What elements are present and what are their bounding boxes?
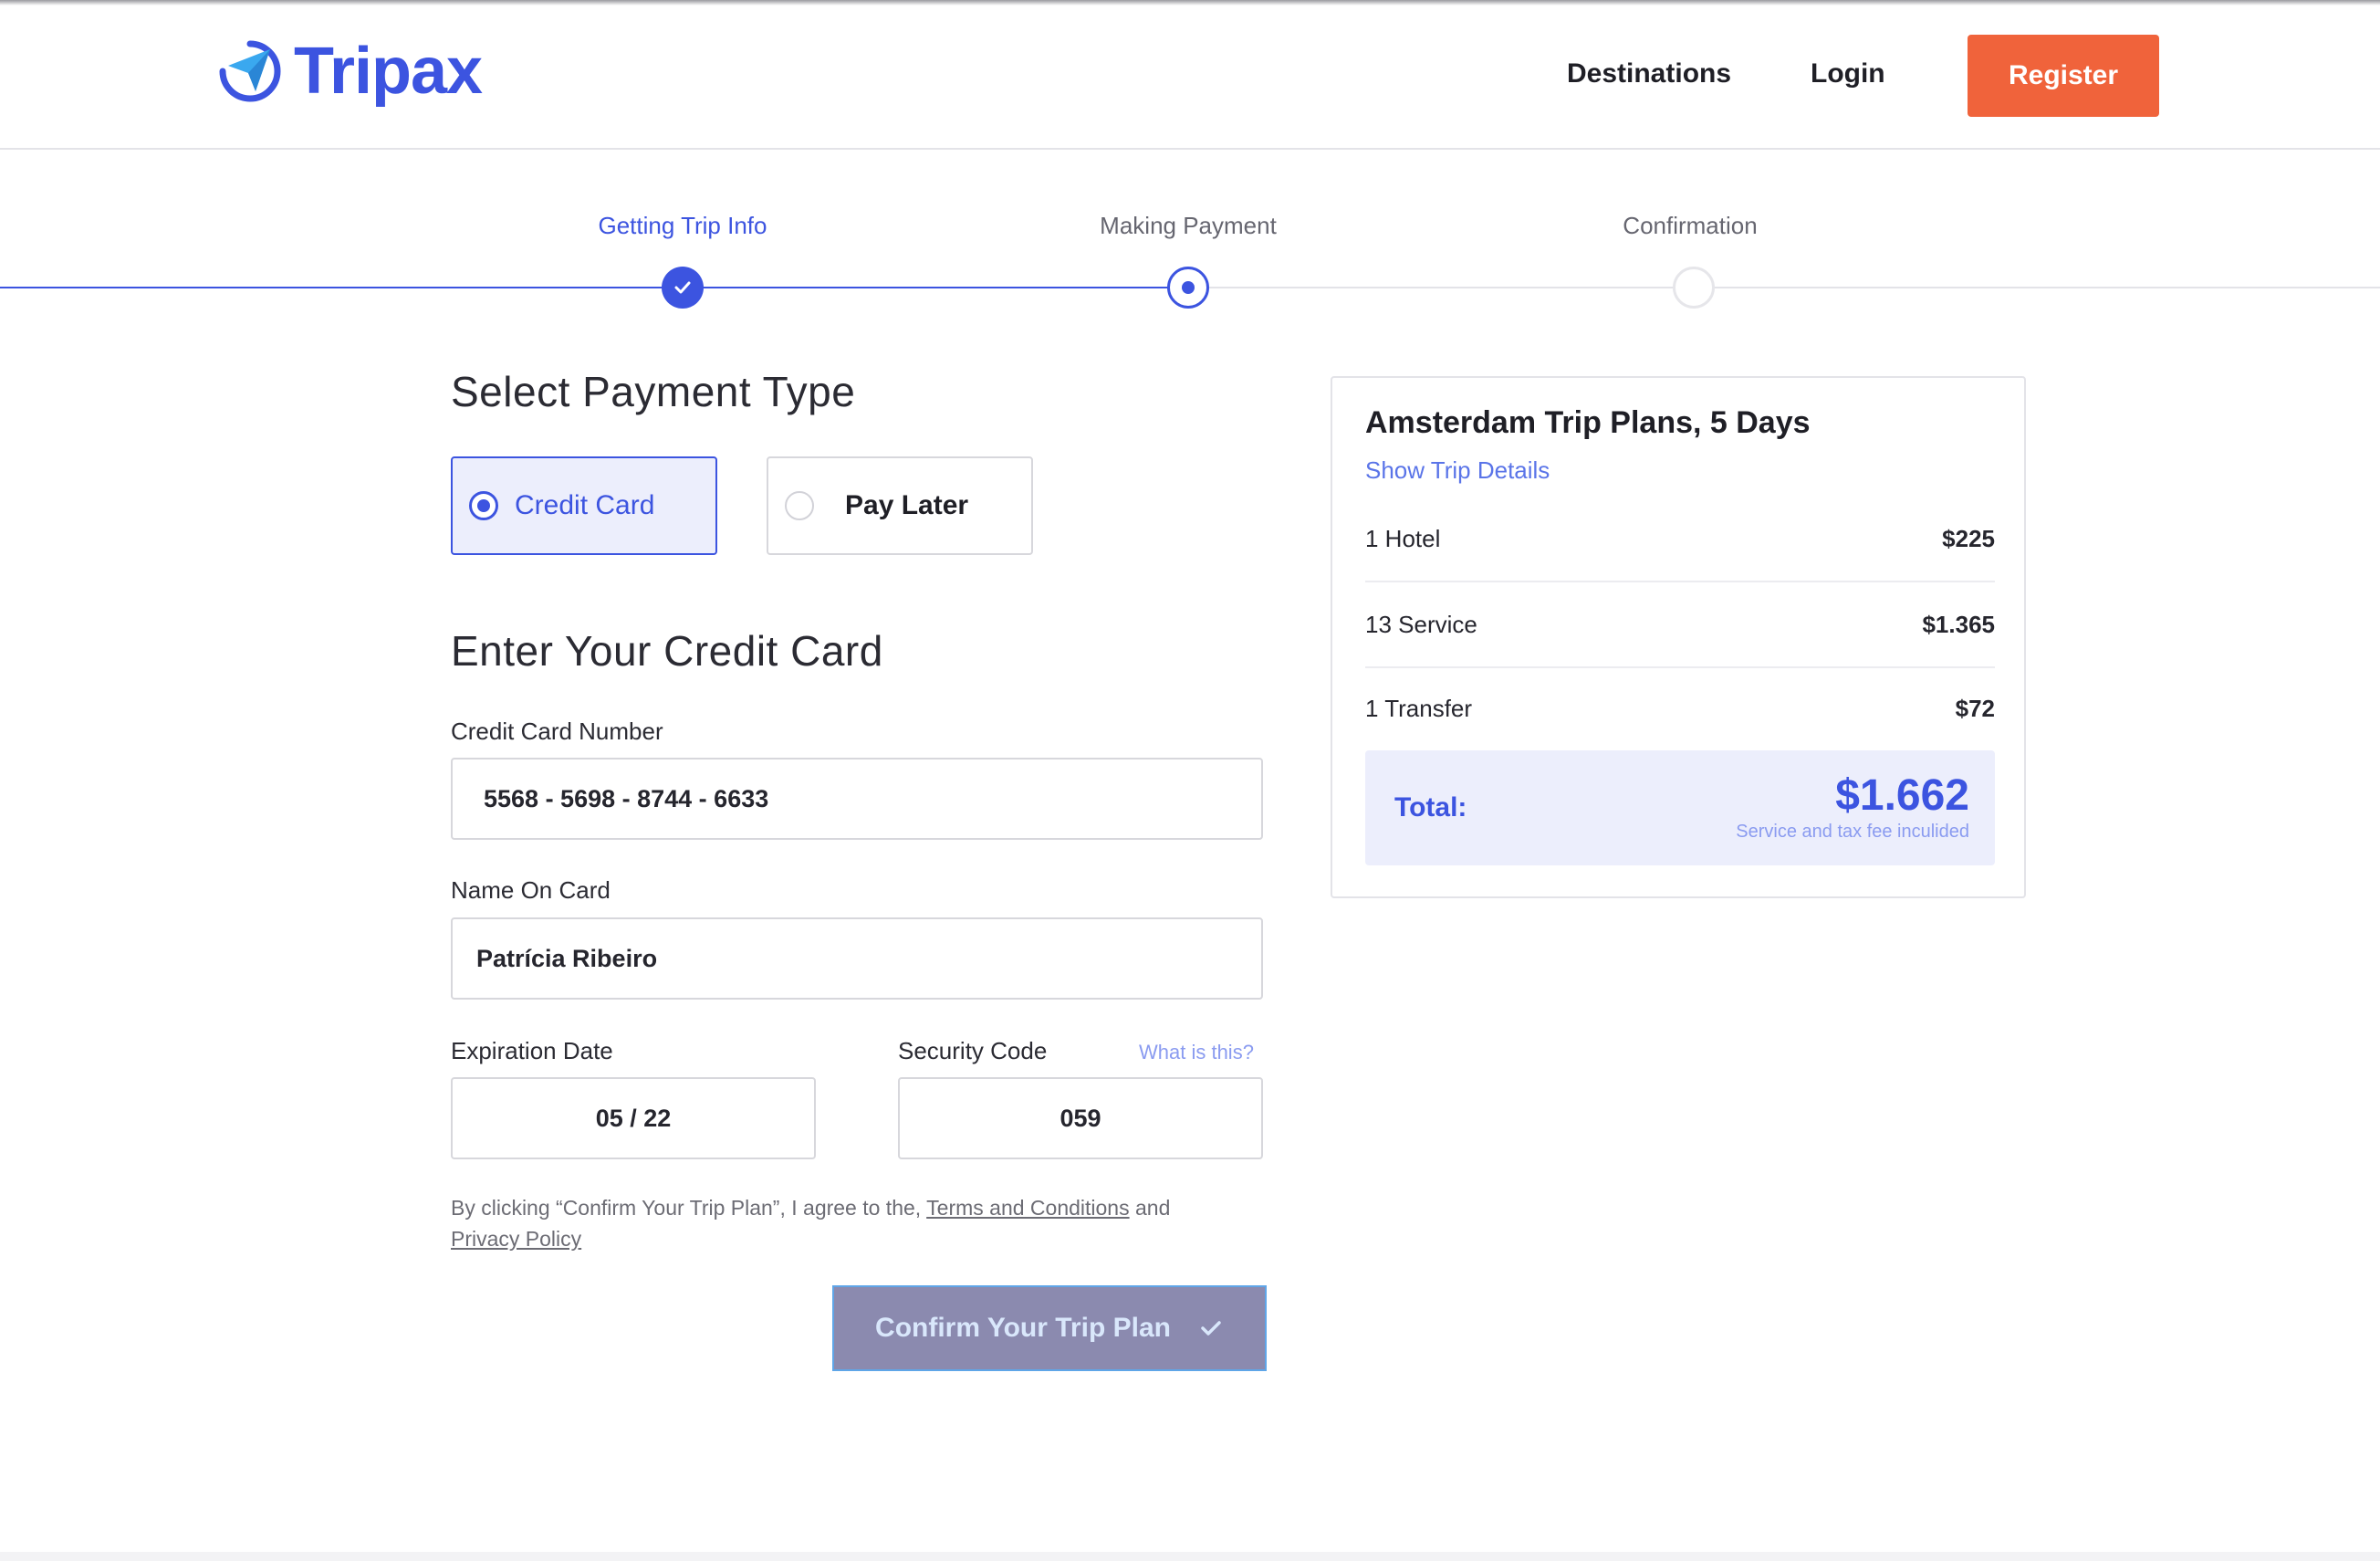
card-number-label: Credit Card Number	[451, 718, 663, 745]
total-amount: $1.662	[1835, 771, 1969, 820]
payment-type-title: Select Payment Type	[451, 368, 856, 415]
trip-summary-card: Amsterdam Trip Plans, 5 Days Show Trip D…	[1331, 376, 2026, 898]
expiration-label: Expiration Date	[451, 1037, 613, 1064]
confirm-button-label: Confirm Your Trip Plan	[875, 1313, 1171, 1343]
line-item-price: $1.365	[1922, 610, 1995, 638]
step-label-trip-info: Getting Trip Info	[598, 212, 767, 239]
summary-line-item: 1 Hotel $225	[1365, 497, 1995, 581]
legal-text: By clicking “Confirm Your Trip Plan”, I …	[451, 1192, 1236, 1254]
payment-option-credit-card[interactable]: Credit Card	[451, 456, 717, 555]
stepper-line-progress	[684, 287, 1188, 288]
security-code-value: 059	[1060, 1104, 1101, 1132]
card-number-value: 5568 - 5698 - 8744 - 6633	[484, 784, 769, 812]
register-button[interactable]: Register	[1968, 35, 2159, 117]
brand-logo[interactable]: Tripax	[215, 35, 483, 108]
check-icon	[674, 281, 691, 294]
name-on-card-label: Name On Card	[451, 876, 611, 904]
step-done-indicator	[662, 267, 704, 309]
expiration-field[interactable]: 05 / 22	[451, 1077, 816, 1159]
stepper-line-done	[0, 287, 684, 288]
credit-card-title: Enter Your Credit Card	[451, 627, 883, 675]
step-label-confirmation: Confirmation	[1623, 212, 1758, 239]
line-item-price: $225	[1942, 524, 1995, 552]
line-item-label: 1 Transfer	[1365, 694, 1473, 722]
nav-login-link[interactable]: Login	[1811, 58, 1885, 89]
total-box: Total: $1.662 Service and tax fee inculi…	[1365, 750, 1995, 865]
privacy-link[interactable]: Privacy Policy	[451, 1227, 581, 1251]
card-number-field[interactable]: 5568 - 5698 - 8744 - 6633	[451, 758, 1263, 840]
terms-link[interactable]: Terms and Conditions	[926, 1196, 1129, 1220]
legal-prefix: By clicking “Confirm Your Trip Plan”, I …	[451, 1196, 927, 1220]
line-item-label: 1 Hotel	[1365, 524, 1441, 552]
expiration-value: 05 / 22	[595, 1104, 672, 1132]
line-item-label: 13 Service	[1365, 610, 1477, 638]
brand-name: Tripax	[294, 35, 483, 108]
summary-line-item: 1 Transfer $72	[1365, 666, 1995, 750]
check-icon	[1201, 1321, 1221, 1336]
security-code-field[interactable]: 059	[898, 1077, 1263, 1159]
confirm-trip-button[interactable]: Confirm Your Trip Plan	[832, 1285, 1267, 1371]
security-code-label: Security Code	[898, 1037, 1048, 1064]
radio-unselected-icon	[785, 491, 814, 520]
show-trip-details-link[interactable]: Show Trip Details	[1365, 456, 1550, 485]
total-label: Total:	[1394, 792, 1467, 822]
payment-option-label: Pay Later	[845, 490, 969, 520]
name-on-card-field[interactable]: Patrícia Ribeiro	[451, 917, 1263, 1000]
line-item-price: $72	[1955, 694, 1995, 722]
step-label-payment: Making Payment	[1100, 212, 1277, 239]
security-code-help-link[interactable]: What is this?	[1139, 1041, 1254, 1064]
plane-logo-icon	[219, 40, 281, 102]
page-bottom-edge	[0, 1552, 2380, 1561]
step-current-indicator	[1167, 267, 1209, 309]
legal-and: and	[1129, 1196, 1171, 1220]
payment-option-label: Credit Card	[515, 490, 655, 520]
payment-option-pay-later[interactable]: Pay Later	[767, 456, 1033, 555]
nav-destinations-link[interactable]: Destinations	[1567, 58, 1731, 89]
summary-line-item: 13 Service $1.365	[1365, 582, 1995, 666]
site-header: Tripax Destinations Login Register	[0, 0, 2380, 150]
step-todo-indicator	[1673, 267, 1715, 309]
radio-selected-icon	[469, 491, 498, 520]
trip-summary-title: Amsterdam Trip Plans, 5 Days	[1365, 405, 1811, 440]
stepper-line-todo	[1188, 287, 2380, 288]
total-note: Service and tax fee inculided	[1736, 822, 1969, 842]
name-on-card-value: Patrícia Ribeiro	[476, 944, 658, 972]
